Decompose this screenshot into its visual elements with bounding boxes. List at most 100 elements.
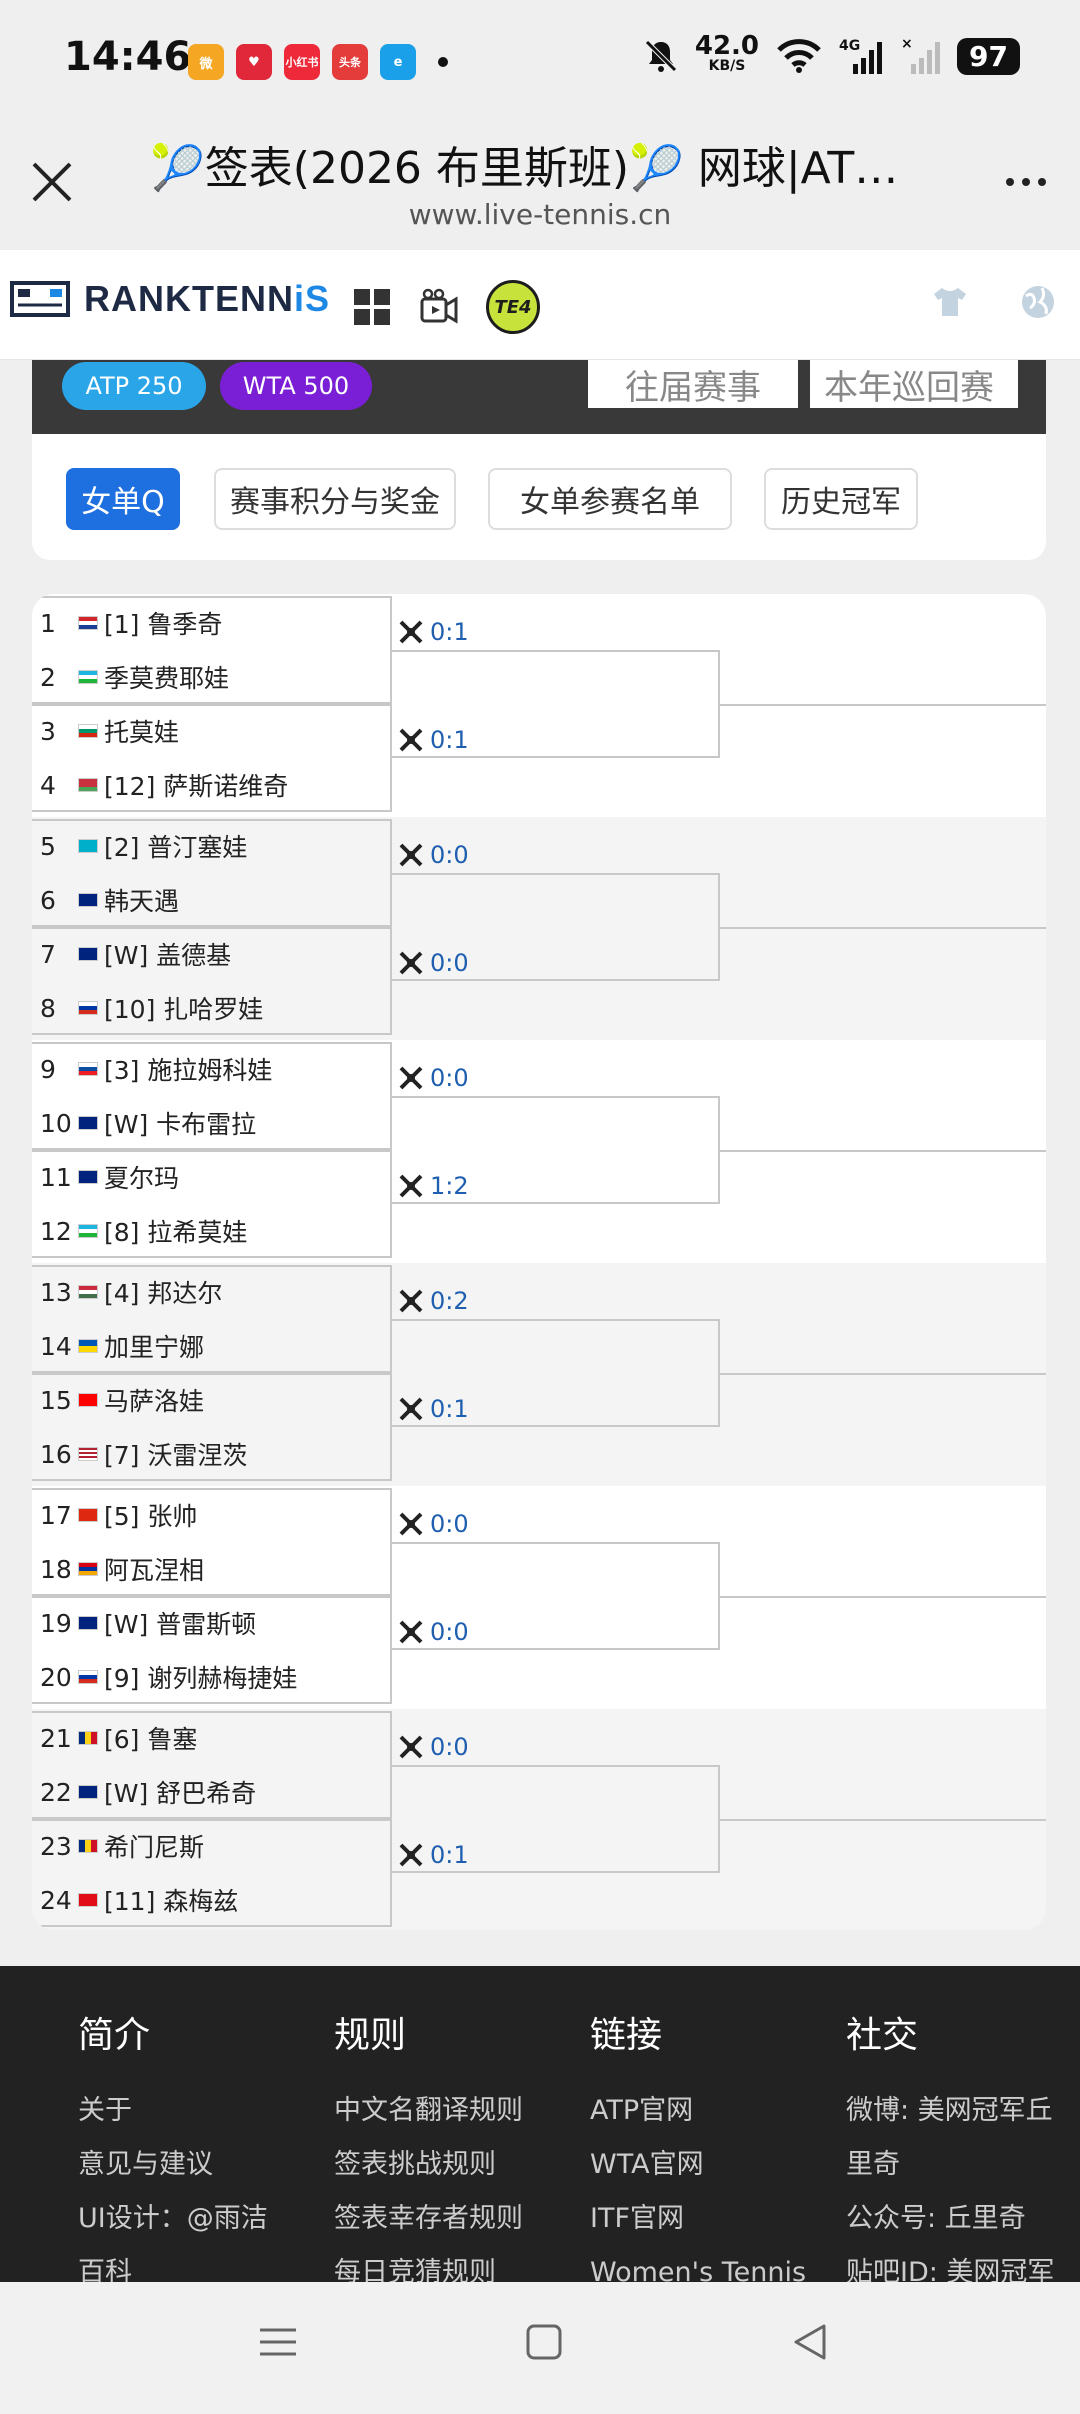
hungary-flag-icon — [78, 1285, 98, 1299]
player-row[interactable]: 15 马萨洛娃 — [40, 1373, 204, 1427]
player-row[interactable]: 7 [W] 盖德基 — [40, 927, 231, 981]
score-text: 0:0 — [430, 1064, 469, 1092]
russia-flag-icon — [78, 1670, 98, 1684]
footer-column: 链接 ATP官网 WTA官网 ITF官网 Women's Tennis — [590, 2006, 806, 2300]
player-row[interactable]: 3 托莫娃 — [40, 704, 179, 758]
shirt-icon[interactable] — [930, 282, 970, 322]
player-name: [3] 施拉姆科娃 — [104, 1056, 273, 1085]
footer-link[interactable]: 中文名翻译规则 — [334, 2084, 523, 2138]
player-row[interactable]: 21 [6] 鲁塞 — [40, 1711, 197, 1765]
usa-flag-icon — [78, 1447, 98, 1461]
tab-points-prize-money[interactable]: 赛事积分与奖金 — [214, 468, 456, 530]
australia-flag-icon — [78, 1116, 98, 1130]
footer-link[interactable]: 里奇 — [846, 2138, 1054, 2192]
footer-link[interactable]: 关于 — [78, 2084, 268, 2138]
player-name: 阿瓦涅相 — [104, 1556, 205, 1585]
player-row[interactable]: 14 加里宁娜 — [40, 1319, 204, 1373]
draw-position: 3 — [40, 716, 56, 746]
draw-position: 2 — [40, 662, 56, 692]
player-row[interactable]: 1 [1] 鲁季奇 — [40, 596, 222, 650]
player-row[interactable]: 4 [12] 萨斯诺维奇 — [40, 758, 288, 812]
back-icon[interactable] — [790, 2322, 830, 2362]
player-row[interactable]: 13 [4] 邦达尔 — [40, 1265, 222, 1319]
player-name: [1] 鲁季奇 — [104, 610, 223, 639]
tab-entry-list[interactable]: 女单参赛名单 — [488, 468, 732, 530]
footer-link[interactable]: UI设计：@雨洁 — [78, 2192, 268, 2246]
footer-link[interactable]: WTA官网 — [590, 2138, 806, 2192]
site-logo[interactable]: RANKTENNiS — [10, 278, 330, 320]
nav-right-icons — [930, 282, 1058, 322]
draw-position: 17 — [40, 1500, 72, 1530]
player-name: [5] 张帅 — [104, 1502, 198, 1531]
atp-250-pill[interactable]: ATP 250 — [62, 362, 206, 410]
match-score[interactable]: 0:0 — [398, 1064, 469, 1092]
footer-link[interactable]: ITF官网 — [590, 2192, 806, 2246]
footer-link[interactable]: 公众号: 丘里奇 — [846, 2192, 1054, 2246]
player-name: 希门尼斯 — [104, 1833, 205, 1862]
season-tour-tab[interactable]: 本年巡回赛 — [810, 360, 1018, 408]
weibo-icon: 微 — [188, 44, 224, 80]
player-row[interactable]: 18 阿瓦涅相 — [40, 1542, 204, 1596]
armenia-flag-icon — [78, 1562, 98, 1576]
draw-position: 23 — [40, 1831, 72, 1861]
draw-position: 21 — [40, 1723, 72, 1753]
second-round-connector — [392, 1765, 720, 1873]
player-row[interactable]: 10 [W] 卡布雷拉 — [40, 1096, 256, 1150]
menu-icon[interactable] — [258, 2322, 298, 2362]
footer-link[interactable]: ATP官网 — [590, 2084, 806, 2138]
match-score[interactable]: 0:0 — [398, 841, 469, 869]
wta-500-pill[interactable]: WTA 500 — [220, 362, 372, 410]
footer-link[interactable]: 意见与建议 — [78, 2138, 268, 2192]
player-row[interactable]: 17 [5] 张帅 — [40, 1488, 197, 1542]
player-row[interactable]: 12 [8] 拉希莫娃 — [40, 1204, 247, 1258]
ukraine-flag-icon — [78, 1339, 98, 1353]
player-row[interactable]: 6 韩天遇 — [40, 873, 179, 927]
player-row[interactable]: 20 [9] 谢列赫梅捷娃 — [40, 1650, 297, 1704]
footer-link[interactable]: 签表挑战规则 — [334, 2138, 523, 2192]
draw-section: 21 [6] 鲁塞 22 [W] 舒巴希奇 0:0 23 希门尼斯 24 [11] 森梅兹 0:1 — [32, 1709, 1046, 1930]
video-camera-icon[interactable] — [418, 287, 460, 327]
match-score[interactable]: 0:0 — [398, 1733, 469, 1761]
globe-icon[interactable] — [1018, 282, 1058, 322]
match-score[interactable]: 0:1 — [398, 618, 469, 646]
player-row[interactable]: 5 [2] 普汀塞娃 — [40, 819, 247, 873]
qualifier-line — [720, 927, 1046, 929]
player-row[interactable]: 23 希门尼斯 — [40, 1819, 204, 1873]
tab-womens-singles-q[interactable]: 女单Q — [66, 468, 180, 530]
player-row[interactable]: 11 夏尔玛 — [40, 1150, 179, 1204]
australia-flag-icon — [78, 1170, 98, 1184]
player-name: [11] 森梅兹 — [104, 1887, 239, 1916]
grid-icon[interactable] — [352, 287, 392, 327]
score-text: 0:0 — [430, 841, 469, 869]
player-name: [6] 鲁塞 — [104, 1725, 198, 1754]
more-options-button[interactable] — [1006, 178, 1046, 186]
network-speed: 42.0 KB/S — [695, 33, 759, 76]
tab-past-champions[interactable]: 历史冠军 — [764, 468, 918, 530]
past-events-tab[interactable]: 往届赛事 — [588, 360, 798, 408]
status-bar: 14:46 微 ♥ 小红书 头条 e 42.0 KB/S 4G × 97 — [0, 0, 1080, 120]
draw-position: 10 — [40, 1108, 72, 1138]
footer-heading: 社交 — [846, 2015, 919, 2056]
player-row[interactable]: 16 [7] 沃雷涅茨 — [40, 1427, 247, 1481]
player-row[interactable]: 22 [W] 舒巴希奇 — [40, 1765, 256, 1819]
match-score[interactable]: 0:2 — [398, 1287, 469, 1315]
toutiao-icon: 头条 — [332, 44, 368, 80]
match-score[interactable]: 0:0 — [398, 1510, 469, 1538]
draw-position: 19 — [40, 1608, 72, 1638]
status-indicators: 42.0 KB/S 4G × 97 — [643, 33, 1020, 76]
te4-badge[interactable]: TE4 — [486, 280, 540, 334]
footer-link[interactable]: 微博: 美网冠军丘 — [846, 2084, 1054, 2138]
player-name: [W] 盖德基 — [104, 941, 232, 970]
player-row[interactable]: 24 [11] 森梅兹 — [40, 1873, 238, 1927]
home-icon[interactable] — [524, 2322, 564, 2362]
player-name: [9] 谢列赫梅捷娃 — [104, 1664, 298, 1693]
player-row[interactable]: 8 [10] 扎哈罗娃 — [40, 981, 263, 1035]
status-time: 14:46 — [64, 34, 192, 80]
player-row[interactable]: 19 [W] 普雷斯顿 — [40, 1596, 256, 1650]
uzbekistan-flag-icon — [78, 670, 98, 684]
australia-flag-icon — [78, 893, 98, 907]
player-row[interactable]: 2 季莫费耶娃 — [40, 650, 229, 704]
slovakia-flag-icon — [78, 1062, 98, 1076]
player-row[interactable]: 9 [3] 施拉姆科娃 — [40, 1042, 272, 1096]
footer-link[interactable]: 签表幸存者规则 — [334, 2192, 523, 2246]
